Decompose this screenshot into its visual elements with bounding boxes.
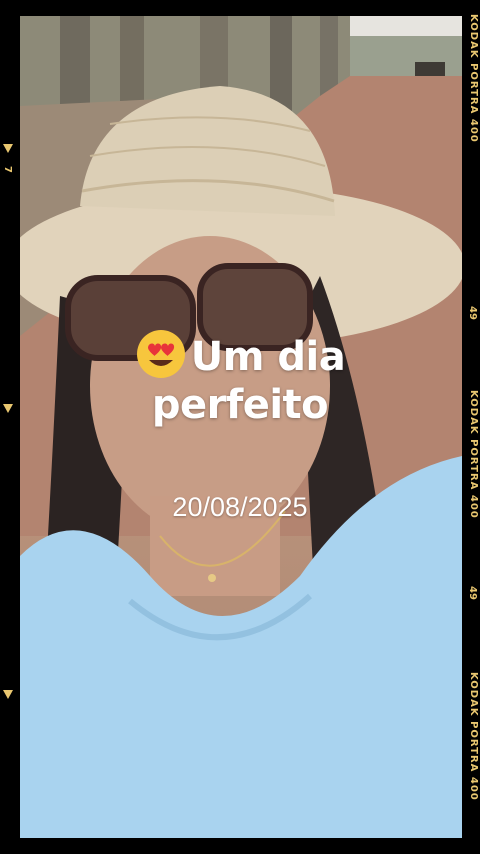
film-border-bottom — [0, 838, 480, 854]
film-edge-number: 49 — [467, 306, 478, 320]
caption-text-line-1: Um dia — [190, 334, 346, 380]
film-edge-label: KODAK PORTRA 400 — [468, 14, 479, 143]
film-border-top — [0, 0, 480, 16]
caption-overlay: Um dia perfeito — [0, 328, 480, 429]
film-edge-number: 49 — [467, 586, 478, 600]
caption-line-1: Um dia — [0, 328, 480, 381]
date-label: 20/08/2025 — [172, 492, 308, 522]
video-frame: KODAK PORTRA 400 49 KODAK PORTRA 400 49 … — [0, 0, 480, 854]
caption-text-line-2: perfeito — [151, 382, 329, 428]
film-frame-marker-icon — [3, 144, 13, 153]
heart-eyes-emoji-icon — [136, 330, 185, 378]
film-edge-label: KODAK PORTRA 400 — [468, 672, 479, 801]
film-frame-number: 7 — [2, 166, 13, 173]
film-frame-marker-icon — [3, 690, 13, 699]
